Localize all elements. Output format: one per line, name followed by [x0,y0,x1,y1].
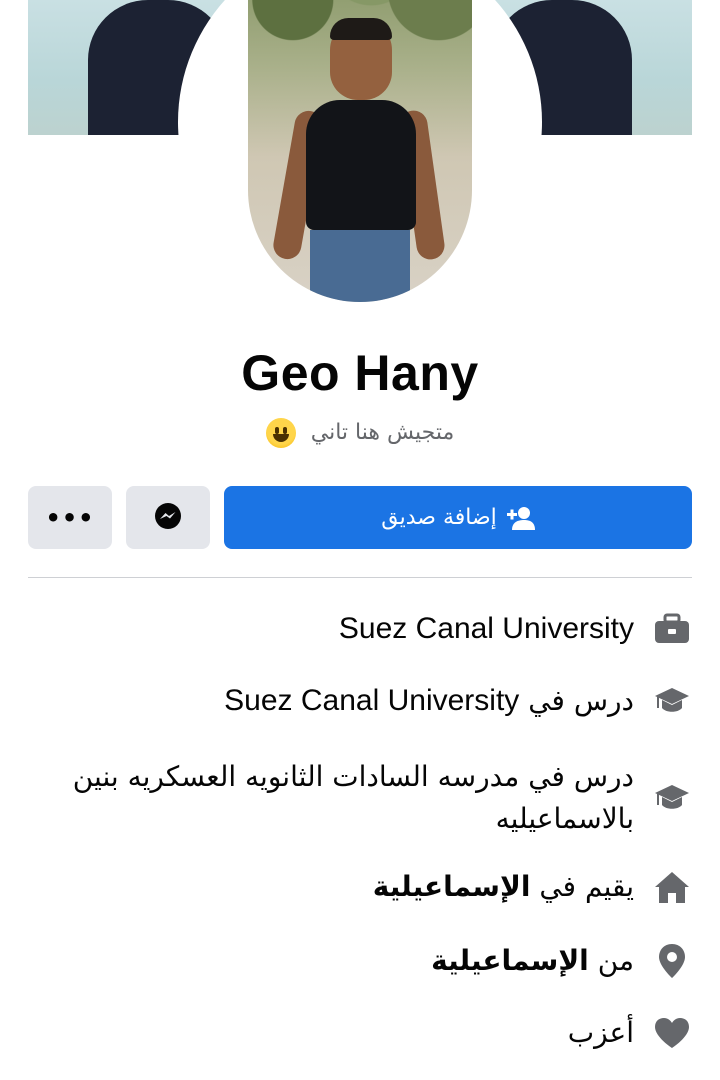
profile-picture[interactable] [248,0,472,302]
studied-university-text: درس في Suez Canal University [224,680,634,722]
photo-person-hair [330,18,392,40]
photo-person-shirt [306,100,416,230]
home-icon [652,870,692,904]
graduation-cap-icon [652,783,692,813]
from-prefix: من [597,944,634,977]
profile-name: Geo Hany [241,345,479,401]
location-pin-icon [652,943,692,979]
photo-person-jeans [310,230,410,302]
studied-university[interactable]: Suez Canal University [224,684,519,717]
detail-studied-school: درس في مدرسه السادات الثانويه العسكريه ب… [28,756,692,840]
detail-relationship: أعزب [28,1012,692,1054]
relationship-status: أعزب [567,1016,634,1049]
messenger-icon [153,501,183,534]
lives-in-place[interactable]: الإسماعيلية [373,870,531,903]
lives-in-text: يقيم في الإسماعيلية [373,866,634,908]
section-divider [28,577,692,578]
detail-lives-in: يقيم في الإسماعيلية [28,866,692,908]
add-friend-label: إضافة صديق [381,505,497,530]
graduation-cap-icon [652,686,692,716]
profile-actions: ••• إضافة صديق [28,486,692,549]
detail-from: من الإسماعيلية [28,940,692,982]
from-text: من الإسماعيلية [431,940,634,982]
heart-icon [652,1017,692,1049]
lives-prefix: يقيم في [539,870,634,903]
add-friend-button[interactable]: إضافة صديق [224,486,692,549]
from-place[interactable]: الإسماعيلية [431,944,589,977]
add-friend-icon [506,505,535,531]
detail-studied-university: درس في Suez Canal University [28,680,692,722]
grinning-face-emoji-icon [265,418,296,448]
profile-bio: متجيش هنا تاني [0,418,720,448]
briefcase-icon [652,613,692,645]
detail-work: Suez Canal University [28,608,692,650]
more-options-label: ••• [45,503,95,532]
bio-text: متجيش هنا تاني [310,420,455,445]
work-place[interactable]: Suez Canal University [339,608,634,650]
more-options-button[interactable]: ••• [28,486,112,549]
messenger-button[interactable] [126,486,210,549]
studied-prefix: درس في [528,684,634,717]
studied-school[interactable]: درس في مدرسه السادات الثانويه العسكريه ب… [64,756,634,840]
